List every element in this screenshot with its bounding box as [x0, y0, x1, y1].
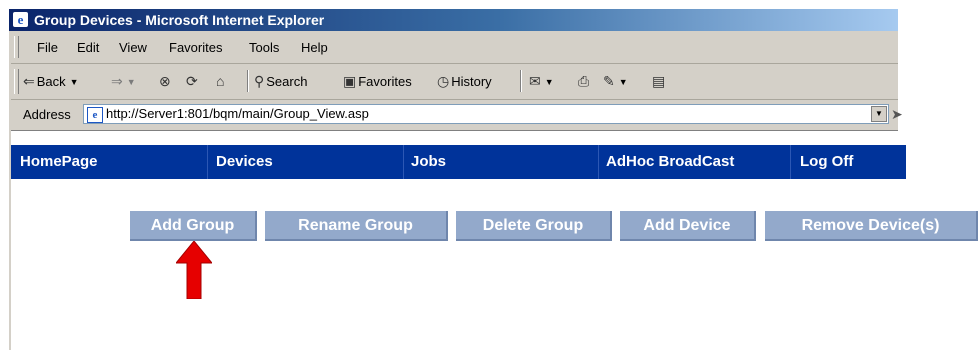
nav-log-off[interactable]: Log Off — [800, 153, 853, 170]
go-icon[interactable]: ➤ — [891, 106, 903, 123]
home-button[interactable]: ⌂ — [216, 73, 224, 89]
menu-help[interactable]: Help — [301, 40, 328, 55]
window-title-bar: e Group Devices - Microsoft Internet Exp… — [9, 9, 898, 31]
address-label: Address — [23, 107, 71, 122]
address-dropdown-icon[interactable]: ▼ — [871, 106, 887, 122]
search-label: Search — [266, 74, 308, 89]
nav-homepage[interactable]: HomePage — [20, 153, 98, 170]
forward-button[interactable]: ⇒ ▼ — [111, 73, 136, 90]
mail-button[interactable]: ✉ ▼ — [529, 73, 554, 90]
history-button[interactable]: ◷ History — [437, 73, 492, 90]
favorites-button[interactable]: ▣ Favorites — [343, 73, 412, 90]
nav-jobs[interactable]: Jobs — [411, 153, 446, 170]
back-arrow-icon: ⇐ — [23, 73, 35, 89]
edit-icon: ✎ — [603, 73, 615, 89]
print-button[interactable]: ⎙ — [578, 73, 589, 90]
page-icon: e — [87, 107, 103, 123]
favorites-label: Favorites — [358, 74, 412, 89]
menu-favorites[interactable]: Favorites — [169, 40, 222, 55]
nav-divider — [207, 145, 208, 179]
refresh-icon: ⟳ — [186, 73, 198, 89]
back-dropdown-icon[interactable]: ▼ — [70, 77, 79, 87]
refresh-button[interactable]: ⟳ — [186, 73, 198, 90]
forward-arrow-icon: ⇒ — [111, 73, 123, 89]
rename-group-button[interactable]: Rename Group — [265, 211, 448, 241]
history-icon: ◷ — [437, 73, 450, 89]
add-group-button[interactable]: Add Group — [130, 211, 257, 241]
toolbar-grip — [14, 69, 19, 94]
menu-bar-grip — [14, 36, 19, 59]
add-device-button[interactable]: Add Device — [620, 211, 756, 241]
nav-devices[interactable]: Devices — [216, 153, 273, 170]
menu-view[interactable]: View — [119, 40, 147, 55]
print-icon: ⎙ — [578, 73, 590, 89]
edit-button[interactable]: ✎ ▼ — [603, 73, 628, 90]
nav-divider — [598, 145, 599, 179]
mail-dropdown-icon[interactable]: ▼ — [545, 77, 554, 87]
address-input[interactable]: e http://Server1:801/bqm/main/Group_View… — [83, 104, 889, 124]
address-url[interactable]: http://Server1:801/bqm/main/Group_View.a… — [106, 106, 369, 121]
menu-edit[interactable]: Edit — [77, 40, 99, 55]
search-button[interactable]: ⚲ Search — [254, 73, 307, 90]
favorites-icon: ▣ — [343, 73, 357, 89]
red-arrow-icon — [176, 241, 212, 299]
internet-explorer-icon: e — [13, 12, 28, 27]
stop-button[interactable]: ⊗ — [159, 73, 171, 90]
nav-divider — [403, 145, 404, 179]
site-nav-bar: HomePage Devices Jobs AdHoc BroadCast Lo… — [11, 145, 906, 179]
forward-dropdown-icon[interactable]: ▼ — [127, 77, 136, 87]
menu-file[interactable]: File — [37, 40, 58, 55]
nav-adhoc-broadcast[interactable]: AdHoc BroadCast — [606, 153, 734, 170]
document-icon: ▤ — [652, 73, 666, 89]
back-button[interactable]: ⇐ Back ▼ — [23, 73, 79, 90]
search-icon: ⚲ — [254, 73, 265, 89]
stop-icon: ⊗ — [159, 73, 171, 89]
delete-group-button[interactable]: Delete Group — [456, 211, 612, 241]
mail-icon: ✉ — [529, 73, 541, 89]
history-label: History — [451, 74, 492, 89]
home-icon: ⌂ — [216, 73, 225, 89]
menu-bar: File Edit View Favorites Tools Help — [11, 31, 898, 64]
toolbar-separator — [247, 70, 249, 92]
discuss-button[interactable]: ▤ — [652, 73, 665, 90]
menu-tools[interactable]: Tools — [249, 40, 279, 55]
toolbar-separator — [520, 70, 522, 92]
address-bar: Address e http://Server1:801/bqm/main/Gr… — [11, 100, 903, 131]
remove-devices-button[interactable]: Remove Device(s) — [765, 211, 978, 241]
standard-toolbar: ⇐ Back ▼ ⇒ ▼ ⊗ ⟳ ⌂ ⚲ Search ▣ Favorites … — [11, 64, 898, 100]
window-title: Group Devices - Microsoft Internet Explo… — [34, 12, 325, 28]
back-label: Back — [36, 74, 66, 89]
edit-dropdown-icon[interactable]: ▼ — [619, 77, 628, 87]
nav-divider — [790, 145, 791, 179]
